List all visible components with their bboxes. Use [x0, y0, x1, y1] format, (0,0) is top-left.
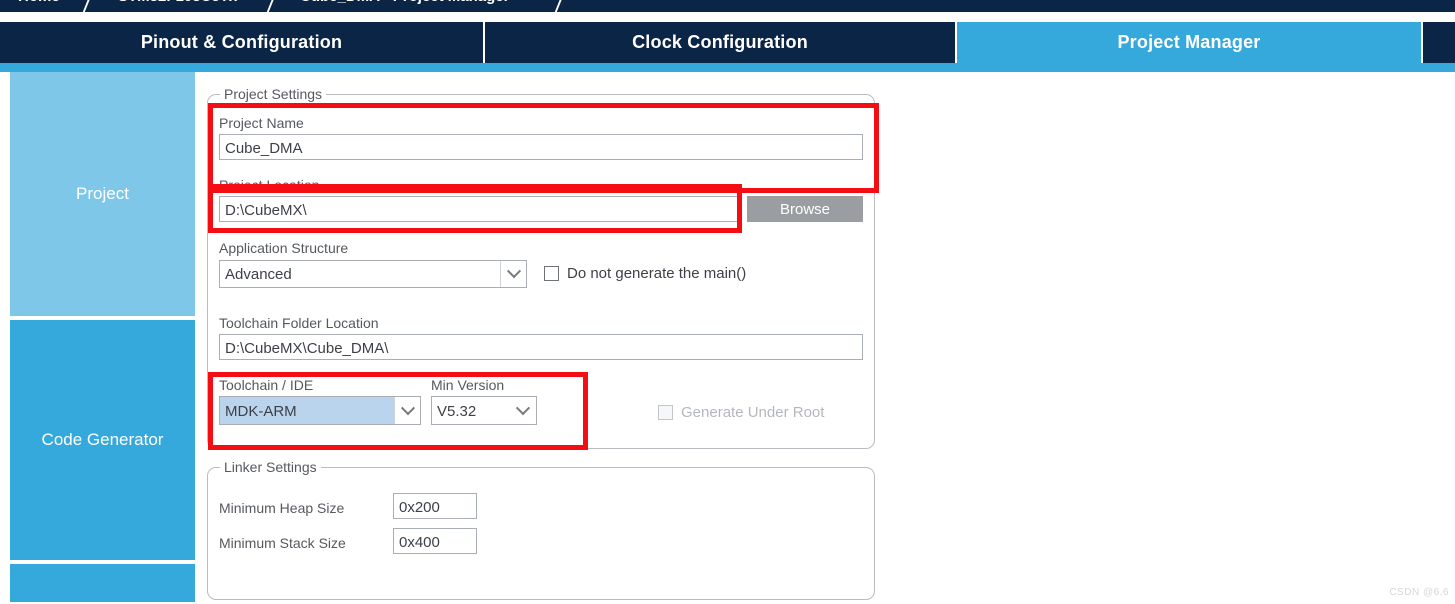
breadcrumb-item-home[interactable]: Home	[18, 0, 60, 5]
application-structure-label: Application Structure	[219, 240, 349, 256]
min-version-value: V5.32	[437, 402, 477, 420]
chevron-down-icon[interactable]	[510, 397, 536, 424]
application-structure-value: Advanced	[225, 266, 292, 283]
breadcrumb-separator-icon	[81, 0, 97, 12]
cubemx-window: Home STM32F103C8Tx Cube_DMA - Project Ma…	[0, 0, 1455, 604]
tab-clock-configuration[interactable]: Clock Configuration	[485, 22, 957, 63]
browse-button[interactable]: Browse	[747, 196, 863, 222]
min-version-label: Min Version	[431, 377, 505, 393]
project-name-input[interactable]: Cube_DMA	[219, 134, 863, 160]
breadcrumb-separator-icon	[553, 0, 569, 12]
min-version-select[interactable]: V5.32	[431, 396, 537, 425]
sidebar-item-advanced-settings[interactable]	[10, 564, 195, 604]
csdn-watermark: CSDN @6,6	[1389, 587, 1449, 598]
minimum-heap-size-input[interactable]: 0x200	[393, 493, 477, 519]
generate-under-root-label: Generate Under Root	[681, 404, 825, 421]
active-tab-accent-strip	[0, 63, 1455, 72]
toolchain-folder-location-input[interactable]: D:\CubeMX\Cube_DMA\	[219, 334, 863, 360]
toolchain-ide-label: Toolchain / IDE	[219, 377, 314, 393]
application-structure-select[interactable]: Advanced	[219, 260, 527, 288]
project-manager-content: Project Settings Project Name Cube_DMA P…	[195, 72, 1455, 604]
breadcrumb-item-project[interactable]: Cube_DMA - Project Manager	[300, 0, 509, 5]
sidebar-item-project[interactable]: Project	[10, 72, 195, 318]
tab-project-manager[interactable]: Project Manager	[957, 22, 1423, 63]
linker-settings-group-title: Linker Settings	[220, 459, 321, 475]
do-not-generate-main-label: Do not generate the main()	[567, 265, 747, 282]
breadcrumb-separator-icon	[265, 0, 281, 12]
sidebar-item-code-generator[interactable]: Code Generator	[10, 320, 195, 562]
checkbox-box-icon	[544, 266, 559, 281]
project-location-input[interactable]: D:\CubeMX\	[219, 196, 739, 222]
chevron-down-icon[interactable]	[394, 397, 420, 424]
toolchain-folder-location-label: Toolchain Folder Location	[219, 315, 379, 331]
breadcrumb-item-mcu[interactable]: STM32F103C8Tx	[118, 0, 237, 5]
minimum-heap-size-label: Minimum Heap Size	[219, 500, 345, 516]
linker-settings-group: Linker Settings	[207, 459, 875, 600]
project-settings-group-title: Project Settings	[220, 86, 327, 102]
tab-pinout-configuration[interactable]: Pinout & Configuration	[0, 22, 485, 63]
toolchain-ide-value: MDK-ARM	[220, 397, 394, 424]
generate-under-root-checkbox[interactable]: Generate Under Root	[658, 404, 824, 421]
toolchain-ide-select[interactable]: MDK-ARM	[219, 396, 421, 425]
chevron-down-icon[interactable]	[500, 261, 526, 287]
main-tab-bar: Pinout & Configuration Clock Configurati…	[0, 22, 1455, 63]
project-manager-sidebar: Project Code Generator	[0, 72, 195, 604]
minimum-stack-size-label: Minimum Stack Size	[219, 535, 346, 551]
project-name-label: Project Name	[219, 115, 304, 131]
project-location-label: Project Location	[219, 177, 320, 193]
checkbox-box-icon	[658, 405, 673, 420]
tab-bar-filler	[1423, 22, 1455, 63]
do-not-generate-main-checkbox[interactable]: Do not generate the main()	[544, 265, 746, 282]
minimum-stack-size-input[interactable]: 0x400	[393, 528, 477, 554]
breadcrumb: Home STM32F103C8Tx Cube_DMA - Project Ma…	[0, 0, 1455, 12]
